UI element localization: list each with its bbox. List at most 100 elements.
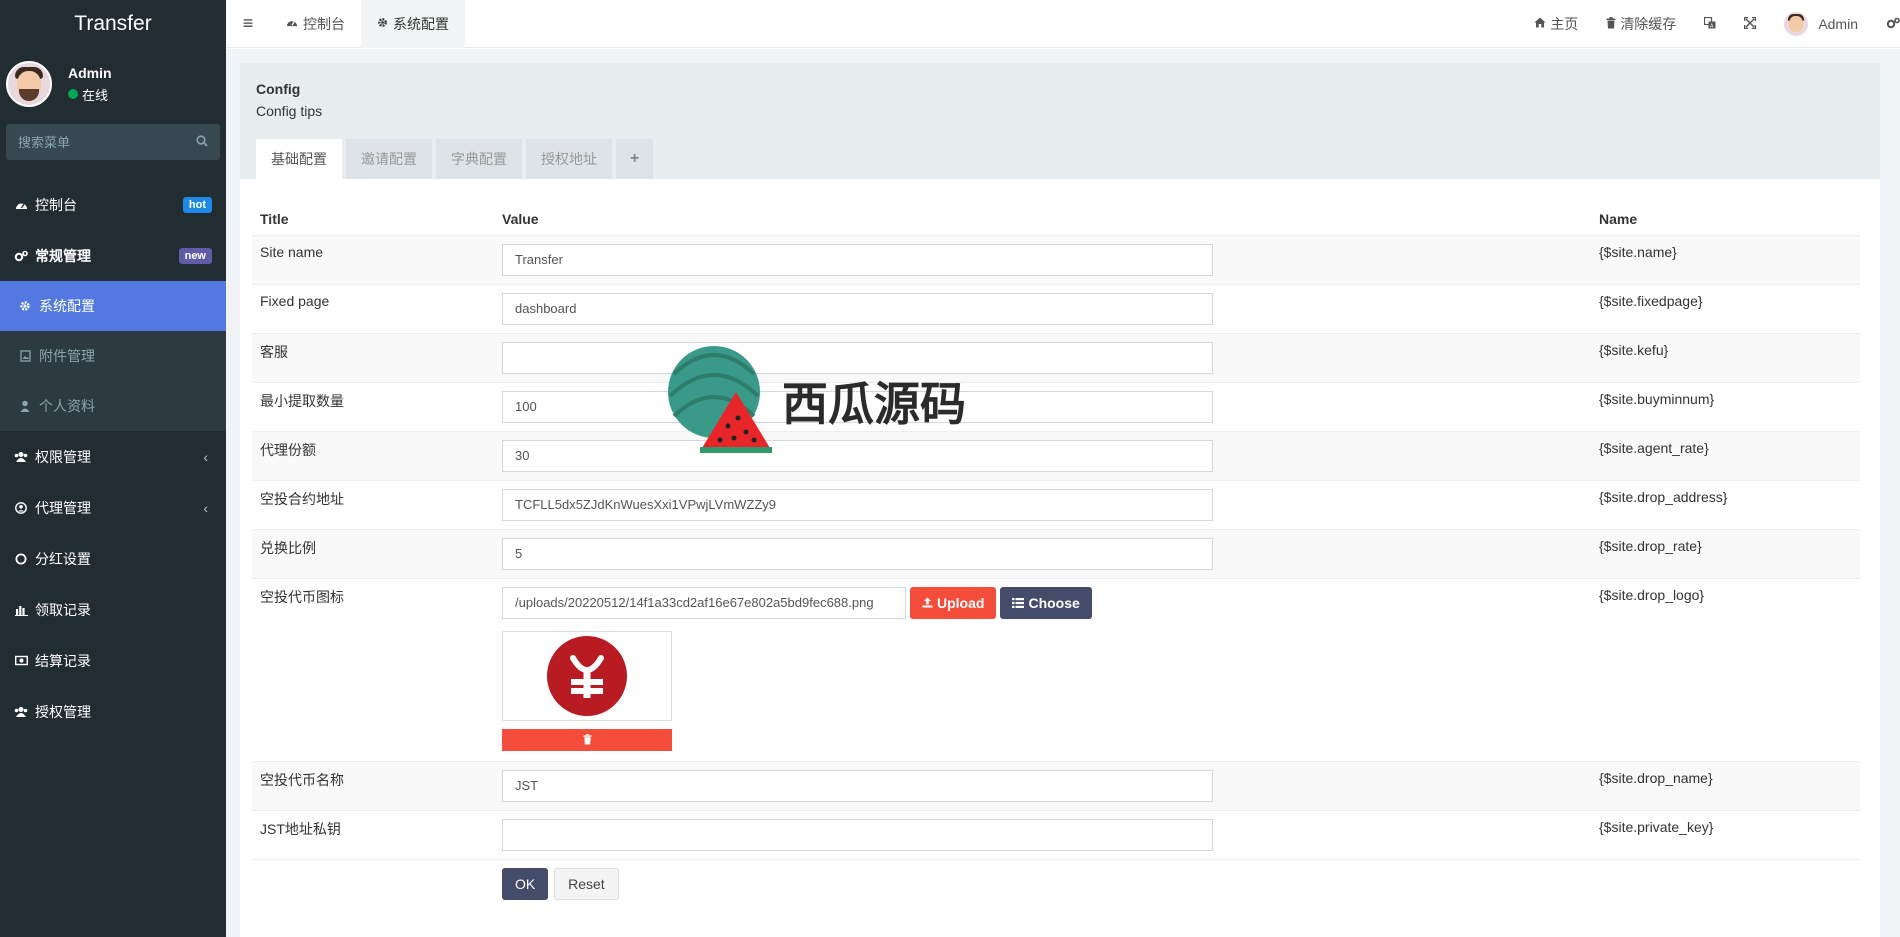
- row-name: {$site.drop_name}: [1591, 760, 1860, 810]
- row-name: {$site.private_key}: [1591, 809, 1860, 859]
- tab-dashboard[interactable]: 控制台: [270, 0, 361, 48]
- row-title: Site name: [252, 234, 494, 284]
- drop-name-input[interactable]: [502, 769, 1213, 802]
- config-tabs: 基础配置 邀请配置 字典配置 授权地址 +: [256, 139, 657, 179]
- sidebar-search: [6, 124, 220, 160]
- content-area: Config Config tips 基础配置 邀请配置 字典配置 授权地址 +…: [226, 49, 1900, 937]
- sidebar-item-label: 结算记录: [35, 652, 91, 669]
- user-menu-label: Admin: [1818, 16, 1858, 32]
- sidebar-item-general[interactable]: 常规管理 new: [0, 230, 226, 281]
- tab-dictionary[interactable]: 字典配置: [436, 139, 522, 179]
- tab-label: 系统配置: [393, 15, 449, 32]
- sidebar-item-permissions[interactable]: 权限管理 ‹: [0, 431, 226, 482]
- translate-icon: A: [1704, 16, 1716, 32]
- tab-label: 控制台: [303, 15, 345, 32]
- brand-logo[interactable]: Transfer: [0, 0, 226, 48]
- group-icon: [14, 450, 28, 464]
- file-image-icon: [18, 349, 32, 363]
- sidebar-item-dividends[interactable]: 分红设置: [0, 533, 226, 584]
- table-row: 客服 {$site.kefu}: [252, 332, 1860, 382]
- home-label: 主页: [1550, 16, 1579, 32]
- tab-system-config[interactable]: 系统配置: [361, 0, 465, 48]
- sidebar-item-attachments[interactable]: 附件管理: [0, 331, 226, 381]
- drop-address-input[interactable]: [502, 488, 1213, 521]
- fullscreen-button[interactable]: [1730, 16, 1770, 32]
- private-key-input[interactable]: [502, 818, 1213, 851]
- sidebar-item-label: 权限管理: [35, 448, 91, 465]
- sidebar-item-claims[interactable]: 领取记录: [0, 584, 226, 635]
- home-icon: [1534, 17, 1546, 31]
- sidebar-item-system-config[interactable]: 系统配置: [0, 281, 226, 331]
- logo-preview: [502, 630, 672, 721]
- panel-heading: Config Config tips 基础配置 邀请配置 字典配置 授权地址 +: [240, 63, 1880, 179]
- sidebar-item-agents[interactable]: 代理管理 ‹: [0, 482, 226, 533]
- language-button[interactable]: A: [1690, 16, 1730, 32]
- row-title: JST地址私钥: [252, 809, 494, 859]
- clear-cache-button[interactable]: 清除缓存: [1592, 14, 1690, 34]
- sidebar-menu: 控制台 hot 常规管理 new 系统配置 附件管理 个人资料 权限管理 ‹ 代…: [0, 179, 226, 737]
- sidebar-item-label: 附件管理: [39, 348, 95, 364]
- top-header: ≡ 控制台 系统配置 主页 清除缓存 A Admin: [226, 0, 1900, 48]
- choose-button[interactable]: Choose: [1000, 586, 1092, 619]
- table-row: Fixed page {$site.fixedpage}: [252, 283, 1860, 333]
- row-name: {$site.fixedpage}: [1591, 283, 1860, 333]
- add-tab-button[interactable]: +: [616, 139, 654, 179]
- sidebar-item-dashboard[interactable]: 控制台 hot: [0, 179, 226, 230]
- tab-invite[interactable]: 邀请配置: [346, 139, 432, 179]
- user-status: 在线: [68, 85, 112, 104]
- new-badge: new: [178, 247, 212, 264]
- sidebar-item-settlements[interactable]: 结算记录: [0, 635, 226, 686]
- delete-image-button[interactable]: [502, 728, 672, 751]
- config-table: Title Value Name Site name {$site.name} …: [252, 193, 1860, 908]
- row-title: 客服: [252, 332, 494, 382]
- column-header-value: Value: [494, 193, 1591, 236]
- page-title: Config: [256, 81, 301, 97]
- sidebar-item-label: 领取记录: [35, 601, 91, 618]
- ok-button[interactable]: OK: [502, 867, 549, 900]
- settings-button[interactable]: [1872, 16, 1900, 32]
- online-dot-icon: [68, 89, 78, 99]
- sidebar-item-label: 系统配置: [39, 298, 95, 314]
- table-row-actions: OK Reset: [252, 858, 1860, 908]
- trash-icon: [582, 734, 592, 745]
- tab-auth-address[interactable]: 授权地址: [526, 139, 612, 179]
- sidebar-item-label: 常规管理: [35, 247, 91, 264]
- page-tips: Config tips: [256, 103, 323, 119]
- sidebar-item-label: 代理管理: [35, 499, 91, 516]
- table-row: 空投代币图标 Upload: [252, 577, 1860, 761]
- home-link[interactable]: 主页: [1520, 14, 1592, 34]
- submenu-general: 系统配置 附件管理 个人资料: [0, 281, 226, 431]
- search-icon[interactable]: [196, 134, 208, 150]
- upload-button[interactable]: Upload: [910, 586, 997, 619]
- row-title: 空投合约地址: [252, 479, 494, 529]
- row-name: {$site.drop_logo}: [1591, 577, 1860, 761]
- choose-label: Choose: [1028, 594, 1080, 611]
- tab-basic[interactable]: 基础配置: [256, 139, 342, 179]
- drop-logo-input[interactable]: [502, 586, 906, 619]
- money-icon: [14, 654, 28, 668]
- gear-icon: [18, 299, 32, 313]
- group-icon: [14, 705, 28, 719]
- sidebar: Transfer Admin 在线 控制台 hot: [0, 0, 226, 937]
- row-title: 空投代币图标: [252, 577, 494, 761]
- row-name: {$site.agent_rate}: [1591, 430, 1860, 480]
- fixed-page-input[interactable]: [502, 292, 1213, 325]
- cogs-icon: [1886, 16, 1900, 32]
- upload-icon: [922, 597, 933, 608]
- site-name-input[interactable]: [502, 243, 1213, 276]
- reset-button[interactable]: Reset: [554, 867, 619, 900]
- menu-toggle-icon[interactable]: ≡: [226, 0, 270, 48]
- gear-icon: [377, 17, 388, 31]
- user-menu[interactable]: Admin: [1770, 12, 1872, 36]
- search-input[interactable]: [18, 134, 168, 150]
- dashboard-icon: [14, 198, 28, 212]
- circle-icon: [14, 552, 28, 566]
- user-circle-icon: [14, 501, 28, 515]
- row-name: {$site.name}: [1591, 234, 1860, 284]
- drop-rate-input[interactable]: [502, 537, 1213, 570]
- chart-icon: [14, 603, 28, 617]
- sidebar-item-authorization[interactable]: 授权管理: [0, 686, 226, 737]
- table-row: 兑换比例 {$site.drop_rate}: [252, 528, 1860, 578]
- sidebar-item-profile[interactable]: 个人资料: [0, 381, 226, 431]
- row-name: {$site.buyminnum}: [1591, 381, 1860, 431]
